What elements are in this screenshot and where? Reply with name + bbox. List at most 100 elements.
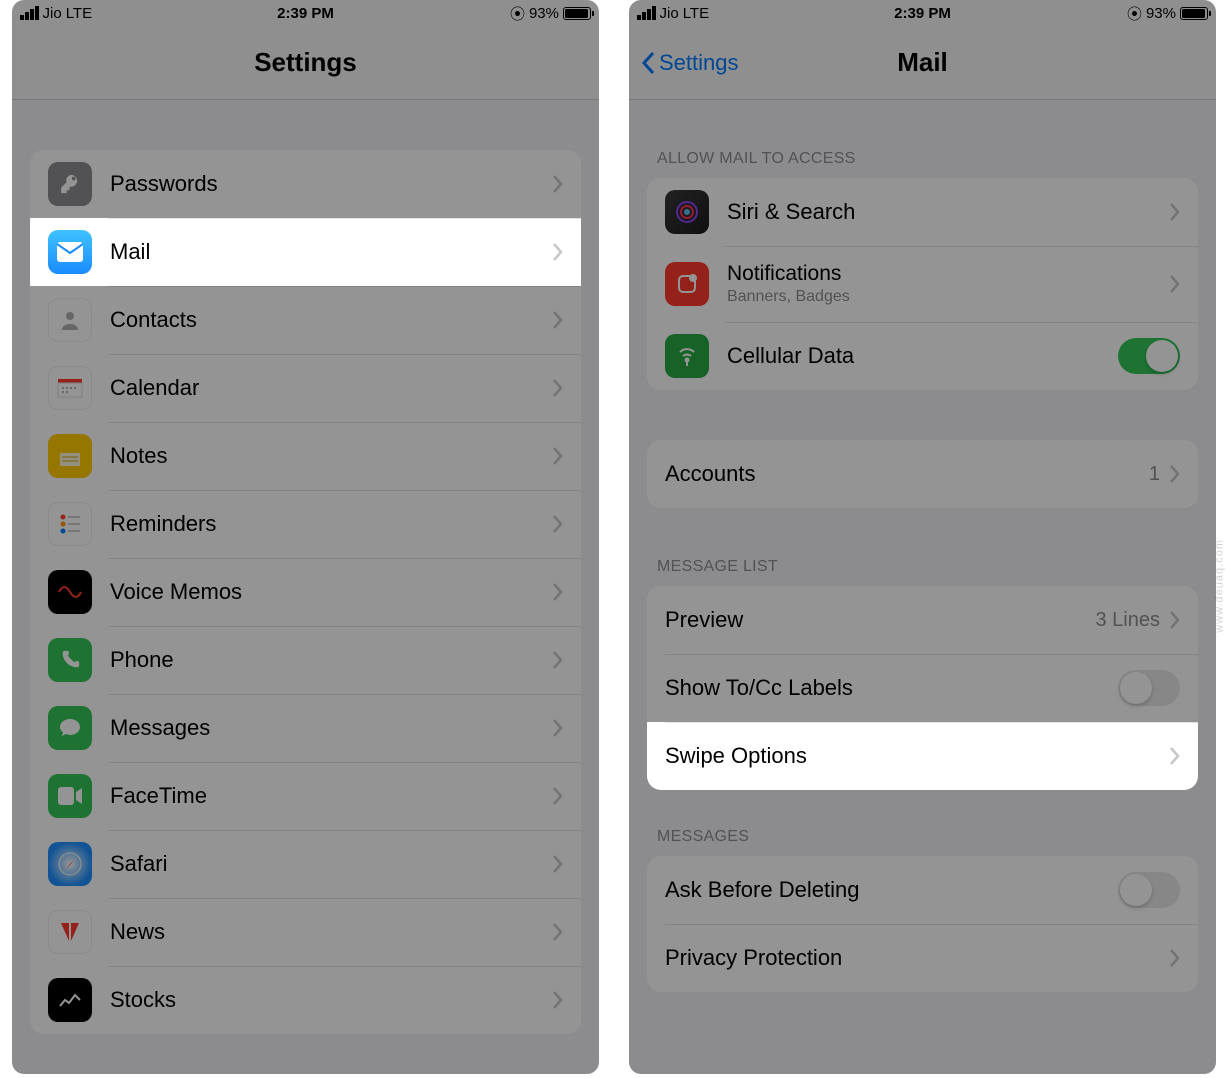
row-cellular-data[interactable]: Cellular Data bbox=[647, 322, 1198, 390]
battery-pct: 93% bbox=[1146, 5, 1176, 22]
row-label: Swipe Options bbox=[665, 743, 1170, 769]
network-label: LTE bbox=[683, 5, 709, 22]
notifications-icon bbox=[665, 262, 709, 306]
message-list-group: Preview 3 Lines Show To/Cc Labels Swipe … bbox=[647, 586, 1198, 790]
settings-list: Passwords Mail Contacts bbox=[30, 150, 581, 1034]
row-label: Notifications bbox=[727, 262, 1170, 286]
alarm-icon: ⦿ bbox=[510, 3, 525, 24]
chevron-right-icon bbox=[553, 583, 563, 601]
row-label: FaceTime bbox=[110, 783, 553, 809]
status-bar: Jio LTE 2:39 PM ⦿ 93% bbox=[629, 0, 1216, 26]
row-label: Preview bbox=[665, 607, 1096, 633]
chevron-right-icon bbox=[553, 243, 563, 261]
row-show-tocc[interactable]: Show To/Cc Labels bbox=[647, 654, 1198, 722]
row-label: Reminders bbox=[110, 511, 553, 537]
chevron-right-icon bbox=[1170, 203, 1180, 221]
row-label: News bbox=[110, 919, 553, 945]
ask-delete-toggle[interactable] bbox=[1118, 872, 1180, 908]
row-label: Show To/Cc Labels bbox=[665, 675, 1118, 701]
row-siri-search[interactable]: Siri & Search bbox=[647, 178, 1198, 246]
row-label: Cellular Data bbox=[727, 343, 1118, 369]
row-label: Voice Memos bbox=[110, 579, 553, 605]
section-header-access: ALLOW MAIL TO ACCESS bbox=[629, 150, 1216, 178]
settings-screen: Jio LTE 2:39 PM ⦿ 93% Settings Passwords bbox=[12, 0, 599, 1074]
carrier-label: Jio bbox=[660, 5, 679, 22]
chevron-left-icon bbox=[641, 51, 655, 75]
row-phone[interactable]: Phone bbox=[30, 626, 581, 694]
row-stocks[interactable]: Stocks bbox=[30, 966, 581, 1034]
row-label: Messages bbox=[110, 715, 553, 741]
nav-header: Settings bbox=[12, 26, 599, 100]
row-label: Siri & Search bbox=[727, 199, 1170, 225]
row-label: Phone bbox=[110, 647, 553, 673]
row-facetime[interactable]: FaceTime bbox=[30, 762, 581, 830]
back-label: Settings bbox=[659, 50, 739, 76]
chevron-right-icon bbox=[553, 651, 563, 669]
row-label: Privacy Protection bbox=[665, 945, 1170, 971]
chevron-right-icon bbox=[1170, 275, 1180, 293]
nav-header: Settings Mail bbox=[629, 26, 1216, 100]
chevron-right-icon bbox=[553, 855, 563, 873]
notes-icon bbox=[48, 434, 92, 478]
back-button[interactable]: Settings bbox=[641, 50, 739, 76]
row-notes[interactable]: Notes bbox=[30, 422, 581, 490]
row-label: Stocks bbox=[110, 987, 553, 1013]
accounts-count: 1 bbox=[1149, 463, 1160, 486]
page-title: Settings bbox=[254, 47, 357, 78]
row-calendar[interactable]: Calendar bbox=[30, 354, 581, 422]
chevron-right-icon bbox=[1170, 747, 1180, 765]
row-safari[interactable]: Safari bbox=[30, 830, 581, 898]
row-mail[interactable]: Mail bbox=[30, 218, 581, 286]
contacts-icon bbox=[48, 298, 92, 342]
row-voice-memos[interactable]: Voice Memos bbox=[30, 558, 581, 626]
chevron-right-icon bbox=[1170, 611, 1180, 629]
row-accounts[interactable]: Accounts 1 bbox=[647, 440, 1198, 508]
stocks-icon bbox=[48, 978, 92, 1022]
section-header-messages: MESSAGES bbox=[629, 828, 1216, 856]
phone-icon bbox=[48, 638, 92, 682]
safari-icon bbox=[48, 842, 92, 886]
network-label: LTE bbox=[66, 5, 92, 22]
row-contacts[interactable]: Contacts bbox=[30, 286, 581, 354]
chevron-right-icon bbox=[553, 311, 563, 329]
chevron-right-icon bbox=[553, 515, 563, 533]
carrier-label: Jio bbox=[43, 5, 62, 22]
show-tocc-toggle[interactable] bbox=[1118, 670, 1180, 706]
row-passwords[interactable]: Passwords bbox=[30, 150, 581, 218]
row-notifications[interactable]: Notifications Banners, Badges bbox=[647, 246, 1198, 322]
row-messages[interactable]: Messages bbox=[30, 694, 581, 762]
row-privacy-protection[interactable]: Privacy Protection bbox=[647, 924, 1198, 992]
row-label: Accounts bbox=[665, 461, 1149, 487]
facetime-icon bbox=[48, 774, 92, 818]
chevron-right-icon bbox=[553, 379, 563, 397]
row-reminders[interactable]: Reminders bbox=[30, 490, 581, 558]
messages-group: Ask Before Deleting Privacy Protection bbox=[647, 856, 1198, 992]
row-label: Calendar bbox=[110, 375, 553, 401]
battery-icon bbox=[563, 7, 591, 20]
alarm-icon: ⦿ bbox=[1127, 3, 1142, 24]
row-preview[interactable]: Preview 3 Lines bbox=[647, 586, 1198, 654]
mail-icon bbox=[48, 230, 92, 274]
row-swipe-options[interactable]: Swipe Options bbox=[647, 722, 1198, 790]
section-header-msglist: MESSAGE LIST bbox=[629, 558, 1216, 586]
chevron-right-icon bbox=[553, 923, 563, 941]
mail-settings-screen: Jio LTE 2:39 PM ⦿ 93% Settings Mail ALLO… bbox=[629, 0, 1216, 1074]
chevron-right-icon bbox=[553, 719, 563, 737]
row-label: Mail bbox=[110, 239, 553, 265]
signal-icon bbox=[20, 6, 39, 20]
row-label: Notes bbox=[110, 443, 553, 469]
row-label: Ask Before Deleting bbox=[665, 877, 1118, 903]
cellular-toggle[interactable] bbox=[1118, 338, 1180, 374]
row-news[interactable]: News bbox=[30, 898, 581, 966]
row-sublabel: Banners, Badges bbox=[727, 288, 1170, 306]
messages-icon bbox=[48, 706, 92, 750]
battery-icon bbox=[1180, 7, 1208, 20]
signal-icon bbox=[637, 6, 656, 20]
row-ask-before-deleting[interactable]: Ask Before Deleting bbox=[647, 856, 1198, 924]
chevron-right-icon bbox=[1170, 949, 1180, 967]
news-icon bbox=[48, 910, 92, 954]
preview-value: 3 Lines bbox=[1096, 609, 1161, 632]
reminders-icon bbox=[48, 502, 92, 546]
chevron-right-icon bbox=[553, 175, 563, 193]
accounts-group: Accounts 1 bbox=[647, 440, 1198, 508]
